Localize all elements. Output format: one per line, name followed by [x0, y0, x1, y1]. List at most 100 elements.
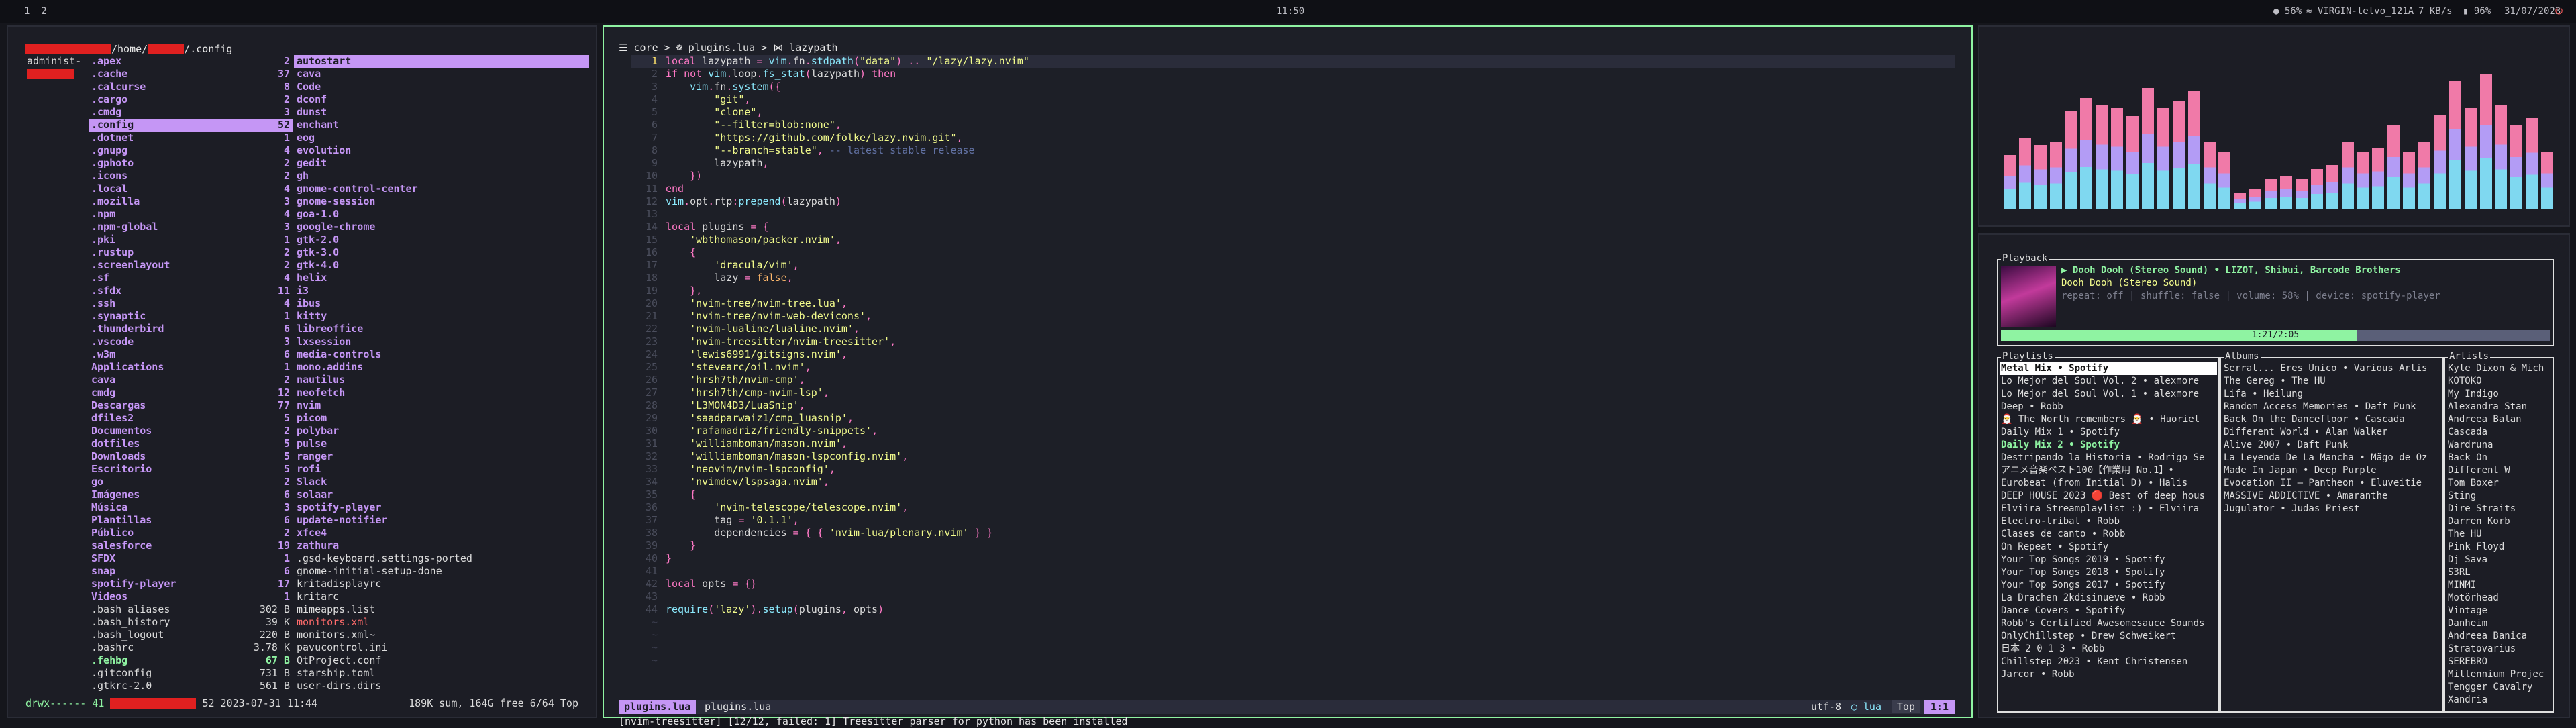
config-entry[interactable]: neofetch — [294, 386, 589, 399]
config-entry[interactable]: pulse — [294, 437, 589, 450]
code-line[interactable]: 35 { — [631, 488, 1955, 501]
file-entry[interactable]: snap 6 — [89, 565, 293, 578]
code-line[interactable]: 4 "git", — [631, 93, 1955, 106]
config-entry[interactable]: kritarc — [294, 590, 589, 603]
config-entry[interactable]: pavucontrol.ini — [294, 641, 589, 654]
config-entry[interactable]: nautilus — [294, 374, 589, 386]
config-entry[interactable]: update-notifier — [294, 514, 589, 527]
file-entry[interactable]: .bashrc 3.78 K — [89, 641, 293, 654]
album-item[interactable]: Random Access Memories • Daft Punk — [2222, 401, 2441, 413]
config-entry[interactable]: polybar — [294, 425, 589, 437]
config-entry[interactable]: mono.addins — [294, 361, 589, 374]
file-entry[interactable]: .cargo 2 — [89, 93, 293, 106]
playlist-item[interactable]: Dance Covers • Spotify — [2000, 605, 2217, 617]
album-item[interactable]: Serrat... Eres Unico • Various Artis — [2222, 362, 2441, 375]
config-entry[interactable]: xfce4 — [294, 527, 589, 539]
playlist-item[interactable]: Clases de canto • Robb — [2000, 528, 2217, 541]
playlist-item[interactable]: On Repeat • Spotify — [2000, 541, 2217, 554]
file-entry[interactable]: .npm 4 — [89, 208, 293, 221]
artist-item[interactable]: Pink Floyd — [2446, 541, 2551, 554]
code-line[interactable]: 20 'nvim-tree/nvim-tree.lua', — [631, 297, 1955, 310]
code-line[interactable]: 38 dependencies = { { 'nvim-lua/plenary.… — [631, 527, 1955, 539]
file-entry[interactable]: spotify-player 17 — [89, 578, 293, 590]
file-entry[interactable]: .fehbg 67 B — [89, 654, 293, 667]
code-line[interactable]: 18 lazy = false, — [631, 272, 1955, 284]
config-entry[interactable]: QtProject.conf — [294, 654, 589, 667]
config-entry[interactable]: gedit — [294, 157, 589, 170]
artist-item[interactable]: Millennium Projec — [2446, 668, 2551, 681]
config-entry[interactable]: gtk-2.0 — [294, 233, 589, 246]
file-entry[interactable]: Plantillas 6 — [89, 514, 293, 527]
code-line[interactable]: 14 local plugins = { — [631, 221, 1955, 233]
file-entry[interactable]: .gnupg 4 — [89, 144, 293, 157]
playlist-item[interactable]: Your Top Songs 2017 • Spotify — [2000, 579, 2217, 592]
file-entry[interactable]: Documentos 2 — [89, 425, 293, 437]
artist-item[interactable]: Wardruna — [2446, 439, 2551, 452]
artist-item[interactable]: Motörhead — [2446, 592, 2551, 605]
album-item[interactable]: Different World • Alan Walker — [2222, 426, 2441, 439]
playlist-item[interactable]: OnlyChillstep • Drew Schweikert — [2000, 630, 2217, 643]
file-entry[interactable]: salesforce 19 — [89, 539, 293, 552]
album-item[interactable]: Evocation II – Pantheon • Eluveitie — [2222, 477, 2441, 490]
playlist-item[interactable]: 日本 2 0 1 3 • Robb — [2000, 643, 2217, 656]
artist-item[interactable]: Dire Straits — [2446, 503, 2551, 515]
artist-item[interactable]: Andreea Balan — [2446, 413, 2551, 426]
config-entry[interactable]: media-controls — [294, 348, 589, 361]
code-line[interactable]: 8 "--branch=stable", -- latest stable re… — [631, 144, 1955, 157]
file-entry[interactable]: .mozilla 3 — [89, 195, 293, 208]
code-line[interactable]: 27 'hrsh7th/cmp-nvim-lsp', — [631, 386, 1955, 399]
code-line[interactable]: 43 — [631, 590, 1955, 603]
artist-item[interactable]: Andreea Banica — [2446, 630, 2551, 643]
album-item[interactable]: Back On the Dancefloor • Cascada — [2222, 413, 2441, 426]
playlist-item[interactable]: Robb's Certified Awesomesauce Sounds — [2000, 617, 2217, 630]
file-entry[interactable]: .npm-global 3 — [89, 221, 293, 233]
user-dir-entry[interactable] — [25, 68, 87, 81]
code-line[interactable]: 31 'williamboman/mason.nvim', — [631, 437, 1955, 450]
config-entry[interactable]: gh — [294, 170, 589, 183]
code-line[interactable]: 39 } — [631, 539, 1955, 552]
config-entry[interactable]: lxsession — [294, 335, 589, 348]
file-entry[interactable]: .rustup 2 — [89, 246, 293, 259]
config-entry[interactable]: picom — [294, 412, 589, 425]
artist-item[interactable]: Stratovarius — [2446, 643, 2551, 656]
file-entry[interactable]: Descargas 77 — [89, 399, 293, 412]
config-entry[interactable]: dunst — [294, 106, 589, 119]
code-line[interactable]: 26 'hrsh7th/nvim-cmp', — [631, 374, 1955, 386]
file-entry[interactable]: .sf 4 — [89, 272, 293, 284]
file-entry[interactable]: .gphoto 2 — [89, 157, 293, 170]
artist-item[interactable]: Dj Sava — [2446, 554, 2551, 566]
artist-item[interactable]: SEREBRO — [2446, 656, 2551, 668]
artist-item[interactable]: The HU — [2446, 528, 2551, 541]
file-entry[interactable]: cava 2 — [89, 374, 293, 386]
config-entry[interactable]: Code — [294, 81, 589, 93]
code-line[interactable]: 29 'saadparwaiz1/cmp_luasnip', — [631, 412, 1955, 425]
file-entry[interactable]: .cache 37 — [89, 68, 293, 81]
artist-item[interactable]: Danheim — [2446, 617, 2551, 630]
artist-item[interactable]: Tengger Cavalry — [2446, 681, 2551, 694]
config-entry[interactable]: i3 — [294, 284, 589, 297]
config-entry[interactable]: ranger — [294, 450, 589, 463]
file-entry[interactable]: .dotnet 1 — [89, 132, 293, 144]
config-entry[interactable]: mimeapps.list — [294, 603, 589, 616]
playlist-item[interactable]: アニメ音楽ベスト100【作業用 No.1】• — [2000, 464, 2217, 477]
code-line[interactable]: 23 'nvim-treesitter/nvim-treesitter', — [631, 335, 1955, 348]
file-entry[interactable]: Videos 1 — [89, 590, 293, 603]
artist-item[interactable]: Xandria — [2446, 694, 2551, 707]
playlist-item[interactable]: DEEP HOUSE 2023 🔴 Best of deep hous — [2000, 490, 2217, 503]
file-entry[interactable]: .bash_aliases 302 B — [89, 603, 293, 616]
code-line[interactable]: 32 'williamboman/mason-lspconfig.nvim', — [631, 450, 1955, 463]
file-entry[interactable]: Público 2 — [89, 527, 293, 539]
playlist-item[interactable]: Your Top Songs 2018 • Spotify — [2000, 566, 2217, 579]
config-entry[interactable]: kritadisplayrc — [294, 578, 589, 590]
config-entry[interactable]: cava — [294, 68, 589, 81]
file-entry[interactable]: .w3m 6 — [89, 348, 293, 361]
code-line[interactable]: 34 'nvimdev/lspsaga.nvim', — [631, 476, 1955, 488]
progress-bar[interactable]: 1:21/2:05 — [2001, 330, 2550, 341]
file-entry[interactable]: .vscode 3 — [89, 335, 293, 348]
file-entry[interactable]: .gtkrc-2.0 561 B — [89, 680, 293, 692]
artist-item[interactable]: Sting — [2446, 490, 2551, 503]
playlist-item[interactable]: Deep • Robb — [2000, 401, 2217, 413]
file-entry[interactable]: .calcurse 8 — [89, 81, 293, 93]
code-line[interactable]: 10 }) — [631, 170, 1955, 183]
album-item[interactable]: La Leyenda De La Mancha • Mägo de Oz — [2222, 452, 2441, 464]
